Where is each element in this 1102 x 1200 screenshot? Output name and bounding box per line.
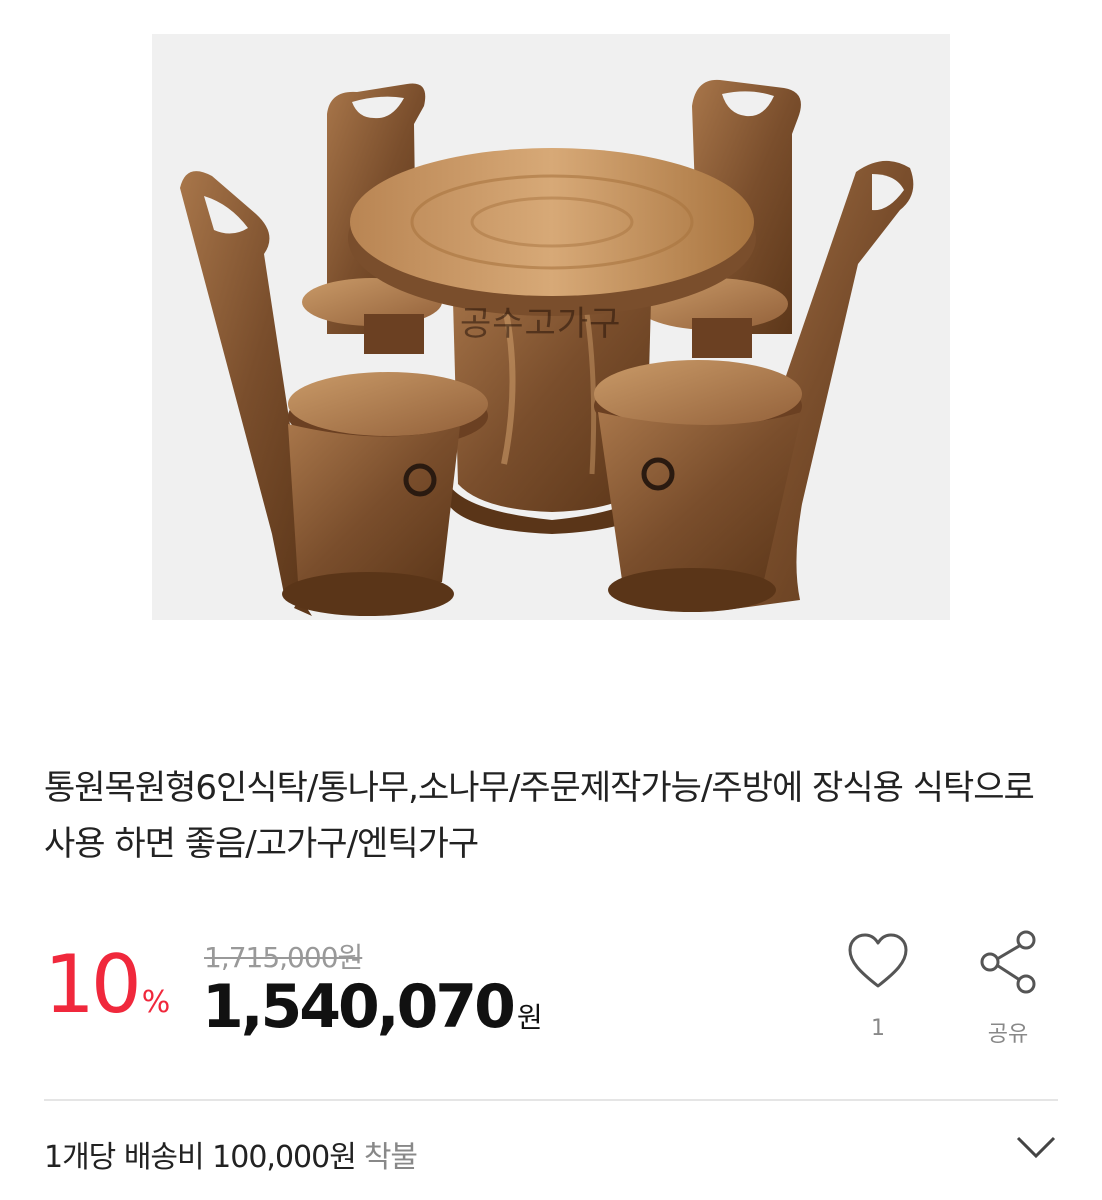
- share-label: 공유: [987, 1022, 1029, 1047]
- sale-price: 1,540,070 원: [202, 972, 543, 1053]
- discount-value: 10: [44, 938, 142, 1031]
- sale-price-amount: 1,540,070: [202, 972, 516, 1042]
- shipping-fee: 1개당 배송비 100,000원: [44, 1140, 357, 1175]
- sale-price-unit: 원: [516, 1001, 543, 1034]
- discount-rate: 10%: [44, 940, 170, 1048]
- share-icon: [980, 930, 1036, 994]
- shipping-info-row[interactable]: 1개당 배송비 100,000원 착불: [44, 1110, 1058, 1194]
- shipping-fee-text: 1개당 배송비 100,000원 착불: [44, 1132, 418, 1176]
- divider: [44, 1099, 1058, 1101]
- product-title: 통원목원형6인식탁/통나무,소나무/주문제작가능/주방에 장식용 식탁으로 사용…: [44, 768, 1035, 864]
- chevron-down-icon[interactable]: [1014, 1134, 1058, 1162]
- like-count: 1: [871, 1016, 885, 1041]
- shipping-method: 착불: [363, 1140, 418, 1175]
- original-price: 1,715,000원: [204, 941, 363, 974]
- share-button[interactable]: 공유: [966, 928, 1050, 1048]
- product-image[interactable]: 공수고가구: [152, 34, 950, 620]
- discount-percent-symbol: %: [141, 985, 171, 1020]
- heart-icon: [848, 933, 908, 988]
- like-button[interactable]: 1: [838, 930, 918, 1050]
- image-watermark: 공수고가구: [460, 304, 622, 344]
